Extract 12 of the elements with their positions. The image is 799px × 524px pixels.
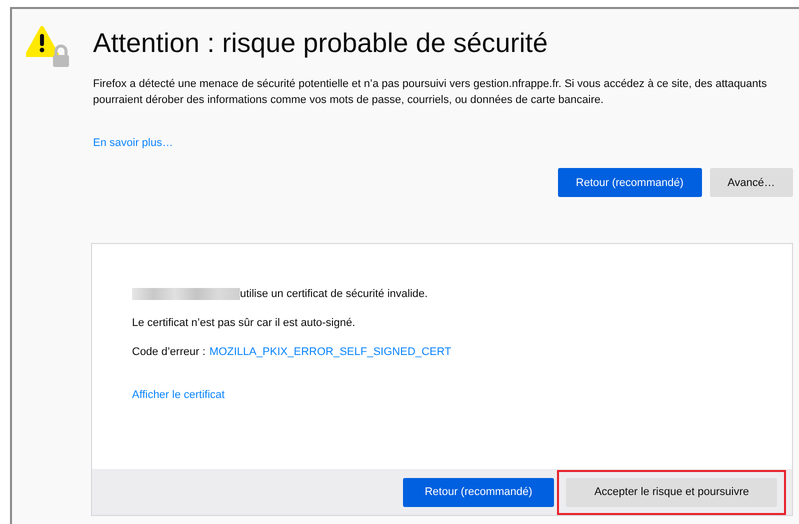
advanced-button[interactable]: Avancé… [710, 168, 793, 197]
page-title: Attention : risque probable de sécurité [93, 27, 549, 60]
cert-reason-text: Le certificat n’est pas sûr car il est auto-signé. [132, 317, 356, 329]
back-button[interactable]: Retour (recommandé) [558, 168, 702, 197]
learn-more-link[interactable]: En savoir plus… [93, 137, 174, 149]
view-certificate-link[interactable]: Afficher le certificat [132, 389, 225, 401]
warning-description: Firefox a détecté une menace de sécurité potentielle et n’a pas poursuivi vers gestion.nfrappe.fr. Si vous accédez à ce site, des attaquants pourraient dérober des informations comme vos mots de passe, courriels, ou données de carte bancaire. [93, 77, 768, 108]
accept-risk-button[interactable]: Accepter le risque et poursuivre [566, 478, 777, 506]
error-code-label: Code d’erreur : [132, 346, 206, 358]
invalid-cert-text: utilise un certificat de sécurité invalide. [240, 288, 428, 300]
back-button[interactable]: Retour (recommandé) [402, 478, 554, 506]
error-code-link[interactable]: MOZILLA_PKIX_ERROR_SELF_SIGNED_CERT [209, 346, 452, 358]
